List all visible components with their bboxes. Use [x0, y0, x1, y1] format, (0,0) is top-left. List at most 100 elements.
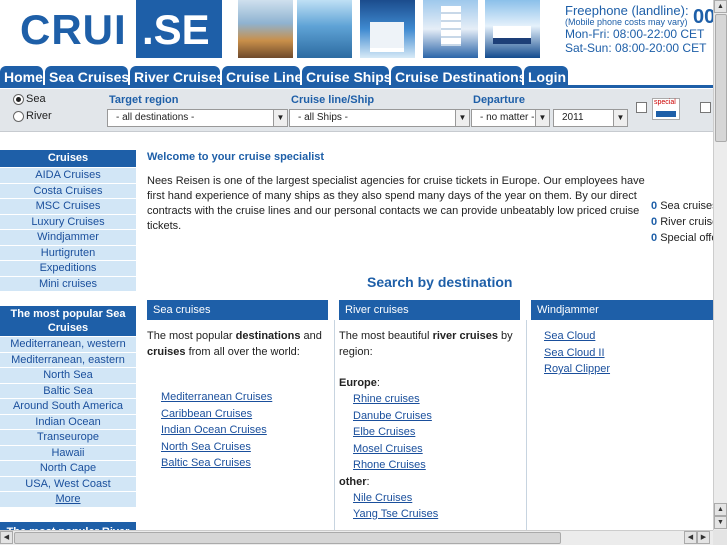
radio-river[interactable]: River	[13, 110, 52, 122]
weekend-hours: Sat-Sun: 08:00-20:00 CET	[565, 41, 707, 55]
sidebar-item-hawaii[interactable]: Hawaii	[0, 445, 136, 461]
link-rhine-cruises[interactable]: Rhine cruises	[353, 391, 520, 408]
sidebar-item-mini-cruises[interactable]: Mini cruises	[0, 276, 136, 292]
link-north-sea-cruises[interactable]: North Sea Cruises	[161, 439, 328, 456]
tab-river-cruises[interactable]: River Cruises	[130, 66, 224, 88]
stat-sea-count: 0	[651, 200, 658, 212]
sidebar-item-north-cape[interactable]: North Cape	[0, 461, 136, 477]
sea-intro-1: The most popular	[147, 330, 236, 342]
stat-river[interactable]: 0 River cruise	[651, 214, 713, 230]
sidebar-item-luxury[interactable]: Luxury Cruises	[0, 214, 136, 230]
sea-cruises-header: Sea cruises	[147, 300, 328, 320]
sidebar-item-south-america[interactable]: Around South America	[0, 399, 136, 415]
vertical-scrollbar[interactable]: ▲ ▲ ▼	[713, 0, 727, 530]
sidebar: Cruises AIDA Cruises Costa Cruises MSC C…	[0, 150, 136, 530]
scroll-right-icon[interactable]: ▶	[697, 531, 710, 544]
europe-links: Rhine cruises Danube Cruises Elbe Cruise…	[339, 391, 520, 474]
link-nile-cruises[interactable]: Nile Cruises	[353, 490, 520, 507]
radio-sea-dot[interactable]	[13, 93, 24, 105]
search-bar: Sea River Target region - all destinatio…	[0, 89, 713, 132]
welcome-text: Nees Reisen is one of the largest specia…	[147, 175, 645, 232]
year-value: 2011	[562, 112, 584, 123]
logo-se[interactable]: .SE	[136, 0, 222, 58]
link-danube-cruises[interactable]: Danube Cruises	[353, 408, 520, 425]
sidebar-item-north-sea[interactable]: North Sea	[0, 368, 136, 384]
offer-stats: 0 Sea cruises 0 River cruise 0 Special o…	[651, 198, 713, 246]
departure-month-select[interactable]: - no matter - ▼	[471, 109, 550, 127]
link-sea-cloud[interactable]: Sea Cloud	[544, 328, 713, 345]
tab-cruise-line[interactable]: Cruise Line	[222, 66, 302, 88]
extra-checkbox[interactable]	[700, 102, 711, 113]
link-sea-cloud-ii[interactable]: Sea Cloud II	[544, 345, 713, 362]
search-by-destination-title: Search by destination	[367, 274, 513, 290]
sidebar-item-msc[interactable]: MSC Cruises	[0, 199, 136, 215]
stat-sea[interactable]: 0 Sea cruises	[651, 198, 713, 214]
site-header: CRUI .SE Freephone (landline): (Mobile p…	[0, 0, 713, 66]
stat-special[interactable]: 0 Special offer	[651, 230, 713, 246]
stat-sea-label: Sea cruises	[660, 200, 713, 212]
chevron-down-icon[interactable]: ▼	[613, 110, 627, 126]
scroll-left-icon[interactable]: ◀	[684, 531, 697, 544]
welcome-title: Welcome to your cruise specialist	[147, 151, 325, 163]
horizontal-scrollbar[interactable]: ◀ ◀ ▶	[0, 530, 713, 545]
sidebar-item-aida[interactable]: AIDA Cruises	[0, 168, 136, 184]
sidebar-item-windjammer[interactable]: Windjammer	[0, 230, 136, 246]
horizontal-scroll-thumb[interactable]	[14, 532, 561, 544]
target-region-label: Target region	[109, 94, 179, 106]
chevron-down-icon[interactable]: ▼	[273, 110, 287, 126]
sidebar-item-indian-ocean[interactable]: Indian Ocean	[0, 414, 136, 430]
sidebar-item-hurtigruten[interactable]: Hurtigruten	[0, 245, 136, 261]
sidebar-item-med-west[interactable]: Mediterranean, western	[0, 337, 136, 353]
stat-special-label: Special offer	[660, 232, 713, 244]
link-mediterranean-cruises[interactable]: Mediterranean Cruises	[161, 389, 328, 406]
link-indian-ocean-cruises[interactable]: Indian Ocean Cruises	[161, 422, 328, 439]
tab-login[interactable]: Login	[524, 66, 568, 88]
radio-river-dot[interactable]	[13, 110, 24, 122]
scroll-left-icon[interactable]: ◀	[0, 531, 13, 544]
sidebar-item-transeurope[interactable]: Transeurope	[0, 430, 136, 446]
link-rhone-cruises[interactable]: Rhone Cruises	[353, 457, 520, 474]
sidebar-item-baltic[interactable]: Baltic Sea	[0, 383, 136, 399]
tab-home[interactable]: Home	[0, 66, 43, 88]
link-mosel-cruises[interactable]: Mosel Cruises	[353, 441, 520, 458]
radio-sea-label: Sea	[26, 93, 46, 105]
sidebar-item-usa-west[interactable]: USA, West Coast	[0, 476, 136, 492]
link-baltic-sea-cruises[interactable]: Baltic Sea Cruises	[161, 455, 328, 472]
chevron-down-icon[interactable]: ▼	[535, 110, 549, 126]
chevron-down-icon[interactable]: ▼	[455, 110, 469, 126]
sidebar-item-expeditions[interactable]: Expeditions	[0, 261, 136, 277]
vertical-scroll-thumb[interactable]	[715, 14, 727, 142]
radio-river-label: River	[26, 110, 52, 122]
scroll-up-icon[interactable]: ▲	[714, 0, 727, 13]
cruise-line-select[interactable]: - all Ships - ▼	[289, 109, 470, 127]
radio-sea[interactable]: Sea	[13, 93, 46, 105]
sea-cruises-intro: The most popular destinations and cruise…	[147, 320, 328, 360]
departure-year-select[interactable]: 2011 ▼	[553, 109, 628, 127]
special-badge-text: special	[654, 99, 676, 106]
sidebar-cruises-title: Cruises	[0, 150, 136, 167]
link-royal-clipper[interactable]: Royal Clipper	[544, 361, 713, 378]
target-region-select[interactable]: - all destinations - ▼	[107, 109, 288, 127]
link-yang-tse-cruises[interactable]: Yang Tse Cruises	[353, 506, 520, 523]
sidebar-item-costa[interactable]: Costa Cruises	[0, 183, 136, 199]
scroll-up-icon[interactable]: ▲	[714, 503, 727, 516]
sidebar-more-link[interactable]: More	[0, 492, 136, 508]
sidebar-item-med-east[interactable]: Mediterranean, eastern	[0, 352, 136, 368]
special-checkbox[interactable]	[636, 102, 647, 113]
logo[interactable]: CRUI	[0, 0, 136, 58]
tab-sea-cruises[interactable]: Sea Cruises	[45, 66, 129, 88]
scroll-down-icon[interactable]: ▼	[714, 516, 727, 529]
column-divider	[334, 320, 335, 530]
sea-cruises-column: Sea cruises The most popular destination…	[147, 300, 328, 472]
freephone-label: Freephone (landline):	[565, 3, 689, 18]
header-photo-sailship	[423, 0, 478, 58]
cruise-line-label: Cruise line/Ship	[291, 94, 375, 106]
sea-intro-2: and	[300, 330, 322, 342]
special-offer-icon: special	[652, 98, 680, 120]
tab-cruise-ships[interactable]: Cruise Ships	[302, 66, 392, 88]
scrollbar-corner	[713, 530, 727, 545]
tab-cruise-destinations[interactable]: Cruise Destinations	[391, 66, 526, 88]
logo-text-crui: CRUI	[20, 6, 127, 53]
link-elbe-cruises[interactable]: Elbe Cruises	[353, 424, 520, 441]
link-caribbean-cruises[interactable]: Caribbean Cruises	[161, 406, 328, 423]
